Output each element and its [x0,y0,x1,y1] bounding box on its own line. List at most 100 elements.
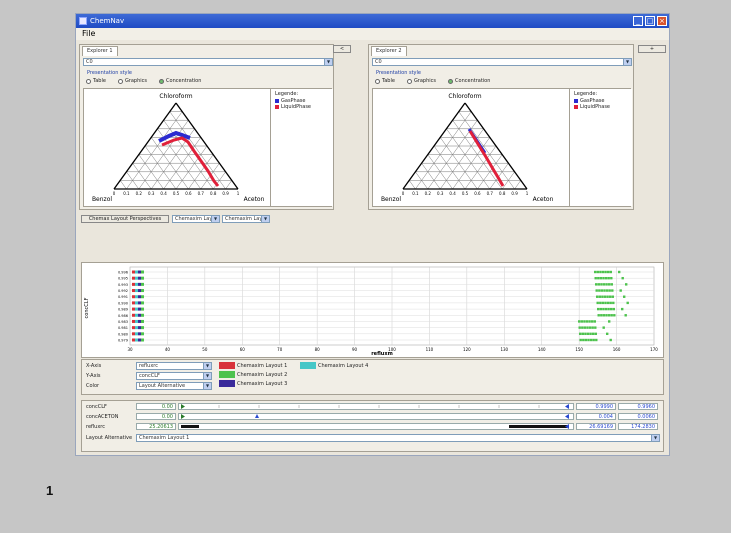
radio-dot [406,78,412,84]
layout-alternative-select[interactable]: Chemaxim Layout 1 ▼ [136,434,660,442]
ternary-tick-label: 0.3 [437,191,444,196]
chevron-down-icon[interactable]: ▼ [203,373,211,379]
data-point [135,289,138,293]
menu-file[interactable]: File [82,29,95,38]
explorer-2-selector[interactable]: C0 ▼ [372,58,632,66]
perspective-button[interactable]: Chemax Layout Perspectives [81,215,169,223]
slider-track[interactable] [178,403,574,410]
data-point [132,270,135,274]
data-point [606,332,609,336]
x-axis-select[interactable]: refluxrc ▼ [136,362,212,370]
radio-concentration[interactable]: Concentration [159,78,201,84]
data-point [623,295,626,298]
tab-explorer-1[interactable]: Explorer 1 [82,46,118,56]
maximize-icon[interactable]: □ [645,16,655,26]
radio-dot-selected [159,78,165,84]
ternary-tick-label: 0.4 [449,191,456,196]
slider-min-value[interactable]: 0.00 [136,403,176,410]
ternary-tick-label: 0.8 [210,191,217,196]
explorer-2-button[interactable]: + [638,45,666,53]
data-point [138,326,141,330]
ternary-plot-1: 0 0.1 0.2 0.3 0.4 0.5 0.6 0.7 0.8 0.9 1 Chloroform… [83,88,333,207]
title-bar: ChemNav _ □ × [76,14,669,28]
data-point [132,276,135,280]
radio-table[interactable]: Table [375,78,395,84]
explorer-2-panel: Explorer 2 C0 ▼ Presentation style Table… [368,44,634,210]
color-select[interactable]: Layout Alternative ▼ [136,382,212,390]
data-point [138,307,141,311]
slider-max-value[interactable]: 0.9990 [576,403,616,410]
radio-table[interactable]: Table [86,78,106,84]
layout-combo-1[interactable]: Chemaxim Lay ▼ [172,215,220,223]
legend-item-liquidphase: LiquidPhase [275,104,333,110]
data-point [591,326,594,329]
data-point [594,326,597,329]
data-point [610,307,613,311]
chevron-down-icon[interactable]: ▼ [651,435,659,441]
chevron-down-icon[interactable]: ▼ [623,59,631,65]
legend-title: Legende: [574,91,598,97]
slider-max-value-2[interactable]: 0.0060 [618,413,658,420]
data-point [613,314,616,317]
slider-track[interactable] [178,413,574,420]
x-tick-label: 120 [463,347,471,352]
explorer-1-button[interactable]: < [333,45,351,53]
slider-min-value[interactable]: 0.00 [136,413,176,420]
slider-max-value-2[interactable]: 0.9960 [618,403,658,410]
radio-dot [86,78,91,84]
ternary-tick-label: 0.9 [511,191,518,196]
radio-graphics[interactable]: Graphics [406,78,437,84]
data-point [609,338,612,342]
data-point [600,283,603,286]
chevron-down-icon[interactable]: ▼ [324,59,332,65]
y-tick-label: 0.990 [118,301,128,305]
data-point [607,314,611,317]
data-point [610,276,613,280]
layout-legend-label: Chemaxim Layout 4 [318,362,369,369]
layout-legend-1: Chemaxim Layout 1 [219,362,287,369]
data-point [141,289,144,293]
legend-swatch [275,105,279,109]
y-axis-select[interactable]: concCLF ▼ [136,372,212,380]
ternary-grid-line [169,111,226,190]
chevron-down-icon[interactable]: ▼ [211,216,219,222]
data-point [594,332,597,336]
slider-min-value[interactable]: 25.20613 [136,423,176,430]
data-point [135,313,138,317]
ternary-right-label: Aceton [244,196,265,203]
data-point [138,270,141,274]
data-point [141,270,144,274]
x-tick-label: 160 [613,347,621,352]
slider-max-value[interactable]: 0.004 [576,413,616,420]
data-point [611,295,614,298]
liquidphase-curve [468,130,505,187]
y-tick-label: 0.992 [118,289,128,293]
layout-swatch [219,362,235,369]
explorer-1-selector[interactable]: C0 ▼ [83,58,333,66]
radio-label: Graphics [413,78,437,84]
slider-max-value[interactable]: 26.69169 [576,423,616,430]
layout-combo-2[interactable]: Chemaxim Lay ▼ [222,215,270,223]
slider-track[interactable] [178,423,574,430]
minimize-icon[interactable]: _ [633,16,643,26]
x-axis-label: X-Axis [86,363,102,369]
chevron-down-icon[interactable]: ▼ [203,383,211,389]
chevron-down-icon[interactable]: ▼ [261,216,269,222]
ternary-tick-label: 0.6 [185,191,192,196]
data-point [603,295,607,298]
layout-alternative-label: Layout Alternative [86,435,133,441]
ternary-tick-label: 0.5 [462,191,469,196]
radio-dot [375,78,380,84]
radio-graphics[interactable]: Graphics [117,78,147,84]
slider-max-value-2[interactable]: 174.2830 [618,423,658,430]
data-point [606,301,610,305]
radio-concentration[interactable]: Concentration [448,78,490,84]
data-point [607,270,610,274]
presentation-style-label: Presentation style [376,70,421,76]
tab-explorer-2[interactable]: Explorer 2 [371,46,407,56]
layout-legend-3: Chemaxim Layout 3 [219,380,287,387]
data-point [599,307,602,311]
data-point [135,295,138,299]
chevron-down-icon[interactable]: ▼ [203,363,211,369]
close-icon[interactable]: × [657,16,667,26]
